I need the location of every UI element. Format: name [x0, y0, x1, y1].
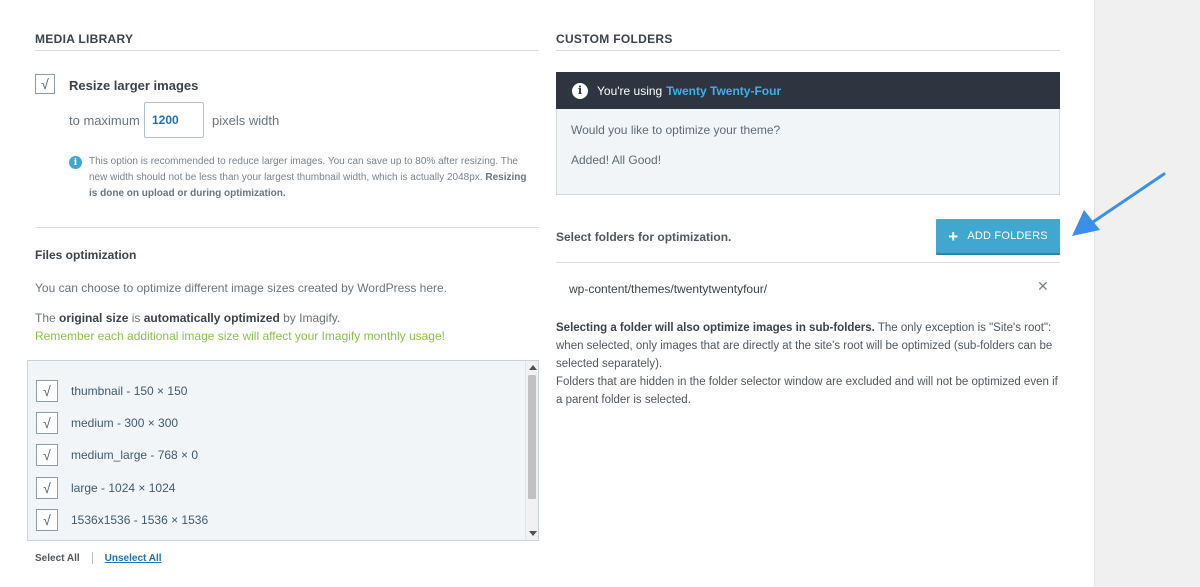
- sizes-scrollbar[interactable]: [525, 361, 538, 540]
- max-width-value: 1200: [152, 113, 179, 127]
- usage-warning: Remember each additional image size will…: [35, 329, 445, 343]
- image-sizes-list[interactable]: √ thumbnail - 150 × 150 √ medium - 300 ×…: [27, 360, 539, 541]
- original-size-text: The original size is automatically optim…: [35, 311, 340, 325]
- check-icon: √: [43, 512, 51, 528]
- folders-explanation: Selecting a folder will also optimize im…: [556, 319, 1066, 409]
- plus-icon: +: [948, 226, 959, 246]
- resize-note-bold-a: Resizing: [485, 172, 527, 183]
- original-bold: original size: [59, 311, 129, 325]
- size-label-medium-large: medium_large - 768 × 0: [71, 448, 199, 462]
- info-icon: i: [69, 156, 82, 169]
- select-folders-label: Select folders for optimization.: [556, 230, 732, 244]
- size-checkbox-medium[interactable]: √: [36, 412, 58, 434]
- check-icon: √: [43, 383, 51, 399]
- size-checkbox-large[interactable]: √: [36, 477, 58, 499]
- size-label-large: large - 1024 × 1024: [71, 481, 176, 495]
- media-library-title: MEDIA LIBRARY: [35, 32, 134, 46]
- resize-note-bold-b: is done on upload or during optimization…: [89, 188, 286, 199]
- scroll-down-icon[interactable]: [529, 531, 537, 536]
- settings-panel: MEDIA LIBRARY √ Resize larger images to …: [0, 0, 1095, 587]
- files-divider: [35, 227, 539, 228]
- size-label-1536: 1536x1536 - 1536 × 1536: [71, 513, 209, 527]
- pixels-width-label: pixels width: [212, 113, 280, 128]
- explain-bold: Selecting a folder will also optimize im…: [556, 322, 875, 334]
- resize-checkbox[interactable]: √: [35, 74, 55, 94]
- files-optimization-title: Files optimization: [35, 248, 137, 262]
- size-checkbox-1536[interactable]: √: [36, 509, 58, 531]
- check-icon: √: [41, 76, 49, 92]
- arrow-annotation-icon: [1072, 172, 1166, 236]
- size-label-thumbnail: thumbnail - 150 × 150: [71, 384, 188, 398]
- scroll-up-icon[interactable]: [529, 365, 537, 370]
- original-middle: is: [131, 311, 141, 325]
- to-maximum-label: to maximum: [69, 113, 140, 128]
- close-icon[interactable]: ✕: [1037, 278, 1049, 295]
- size-row-1536[interactable]: √ 1536x1536 - 1536 × 1536: [36, 509, 208, 531]
- add-folders-label: ADD FOLDERS: [967, 230, 1048, 242]
- size-checkbox-thumbnail[interactable]: √: [36, 380, 58, 402]
- theme-name: Twenty Twenty-Four: [666, 83, 782, 98]
- original-prefix: The: [35, 311, 56, 325]
- folders-divider: [556, 262, 1060, 263]
- info-icon: i: [572, 82, 588, 99]
- media-library-divider: [35, 50, 539, 51]
- resize-note-line2: new width should not be less than your l…: [89, 172, 483, 183]
- resize-note-line3-wrap: is done on upload or during optimization…: [89, 186, 539, 202]
- unselect-all-link[interactable]: Unselect All: [105, 553, 162, 564]
- resize-note-line1: This option is recommended to reduce lar…: [89, 156, 518, 167]
- custom-folders-divider: [556, 50, 1060, 51]
- folder-path: wp-content/themes/twentytwentyfour/: [569, 282, 768, 296]
- size-row-large[interactable]: √ large - 1024 × 1024: [36, 477, 175, 499]
- select-all-link[interactable]: Select All: [35, 553, 80, 564]
- theme-notice-header: i You're using Twenty Twenty-Four: [556, 72, 1060, 109]
- size-checkbox-medium-large[interactable]: √: [36, 444, 58, 466]
- resize-note-line2-wrap: new width should not be less than your l…: [89, 170, 539, 186]
- theme-added: Added! All Good!: [571, 153, 662, 167]
- resize-note: This option is recommended to reduce lar…: [89, 154, 539, 202]
- check-icon: √: [43, 480, 51, 496]
- size-label-medium: medium - 300 × 300: [71, 416, 179, 430]
- explain-para1: Selecting a folder will also optimize im…: [556, 319, 1066, 373]
- check-icon: √: [43, 447, 51, 463]
- link-separator: [91, 552, 93, 564]
- theme-using-text: You're using: [597, 83, 663, 98]
- add-folders-button[interactable]: + ADD FOLDERS: [936, 219, 1060, 255]
- custom-folders-title: CUSTOM FOLDERS: [556, 32, 673, 46]
- files-description: You can choose to optimize different ima…: [35, 281, 448, 295]
- size-row-medium-large[interactable]: √ medium_large - 768 × 0: [36, 444, 198, 466]
- size-row-thumbnail[interactable]: √ thumbnail - 150 × 150: [36, 380, 187, 402]
- explain-para2: Folders that are hidden in the folder se…: [556, 376, 1058, 406]
- resize-label: Resize larger images: [69, 78, 199, 93]
- size-row-medium[interactable]: √ medium - 300 × 300: [36, 412, 178, 434]
- theme-question: Would you like to optimize your theme?: [571, 123, 781, 137]
- original-bold2: automatically optimized: [143, 311, 280, 325]
- check-icon: √: [43, 415, 51, 431]
- max-width-input[interactable]: 1200: [144, 102, 204, 138]
- select-links: Select All Unselect All: [35, 552, 162, 564]
- scroll-thumb[interactable]: [528, 375, 536, 499]
- theme-notice-body: Would you like to optimize your theme? A…: [556, 109, 1060, 195]
- original-suffix: by Imagify.: [283, 311, 341, 325]
